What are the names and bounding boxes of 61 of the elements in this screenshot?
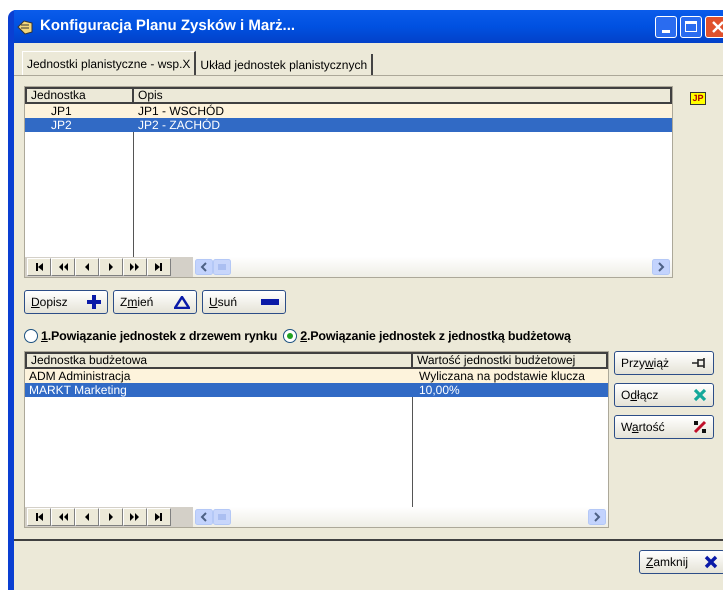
value-button[interactable]: Wartość xyxy=(614,414,714,439)
plus-icon xyxy=(87,295,101,309)
previous-icon[interactable] xyxy=(75,508,99,526)
close-dialog-button[interactable]: Zamknij xyxy=(639,550,723,574)
scroll-right-icon[interactable] xyxy=(588,508,606,525)
scroll-left-icon[interactable] xyxy=(195,259,213,275)
delete-button[interactable]: Usuń xyxy=(202,290,286,314)
pin-icon xyxy=(691,356,707,369)
horizontal-scrollbar[interactable] xyxy=(193,257,672,277)
last-icon[interactable] xyxy=(147,258,171,276)
radio-button[interactable] xyxy=(283,329,298,344)
maximize-button[interactable] xyxy=(680,16,702,38)
add-button[interactable]: Dopisz xyxy=(24,290,108,314)
radio-label[interactable]: 2.Powiązanie jednostek z jednostką budżetową xyxy=(300,327,571,346)
table-row[interactable]: JP1 JP1 - WSCHÓD xyxy=(25,104,672,118)
scroll-thumb-icon[interactable] xyxy=(213,259,231,275)
attach-button[interactable]: Przywiąż xyxy=(614,350,714,375)
column-header[interactable]: Wartość jednostki budżetowej xyxy=(413,354,606,367)
column-header[interactable]: Jednostka budżetowa xyxy=(27,354,413,367)
table-cell-text: JP2 - ZACHÓD xyxy=(137,118,222,132)
unit-badge-icon: JP xyxy=(690,92,706,105)
minus-icon xyxy=(261,299,279,305)
table-cell-text: MARKT Marketing xyxy=(28,382,128,397)
app-icon xyxy=(16,18,34,34)
table-cell-text: JP2 xyxy=(50,118,73,132)
column-header[interactable]: Opis xyxy=(134,89,670,102)
triangle-icon xyxy=(174,296,190,308)
rewind-icon[interactable] xyxy=(51,508,75,526)
minimize-button[interactable] xyxy=(655,16,677,38)
table-cell-text: 10,00% xyxy=(418,382,461,397)
previous-icon[interactable] xyxy=(75,258,99,276)
close-icon xyxy=(712,20,723,32)
radio-button[interactable] xyxy=(24,329,38,344)
window-title: Konfiguracja Planu Zysków i Marż... xyxy=(40,16,296,36)
next-icon[interactable] xyxy=(99,508,123,526)
table-row[interactable]: ADM Administracja Wyliczana na podstawie klucza xyxy=(25,368,608,383)
rewind-icon[interactable] xyxy=(51,258,75,276)
next-icon[interactable] xyxy=(99,258,123,276)
scroll-thumb-icon[interactable] xyxy=(213,508,231,525)
cross-icon xyxy=(693,388,707,402)
last-icon[interactable] xyxy=(147,508,171,526)
close-icon xyxy=(704,554,718,569)
fast-forward-icon[interactable] xyxy=(123,508,147,526)
scroll-left-icon[interactable] xyxy=(195,508,213,525)
horizontal-scrollbar[interactable] xyxy=(193,506,608,527)
first-icon[interactable] xyxy=(27,508,51,526)
column-header[interactable]: Jednostka xyxy=(27,89,134,102)
first-icon[interactable] xyxy=(27,258,51,276)
fast-forward-icon[interactable] xyxy=(123,258,147,276)
table-row[interactable]: JP2 JP2 - ZACHÓD xyxy=(25,118,672,132)
tab[interactable]: Jednostki planistyczne - wsp.X xyxy=(22,51,196,75)
table-cell-text: Wyliczana na podstawie klucza xyxy=(418,368,586,383)
detach-button[interactable]: Odłącz xyxy=(614,382,714,407)
table-cell-text: JP1 xyxy=(50,104,73,118)
radio-label[interactable]: 1.Powiązanie jednostek z drzewem rynku xyxy=(41,327,278,346)
percent-icon xyxy=(693,420,707,434)
table-cell-text: JP1 - WSCHÓD xyxy=(137,104,226,118)
edit-button[interactable]: Zmień xyxy=(113,290,197,314)
scroll-right-icon[interactable] xyxy=(652,259,670,275)
table-row[interactable]: MARKT Marketing 10,00% xyxy=(25,382,608,397)
table-cell-text: ADM Administracja xyxy=(28,368,132,383)
